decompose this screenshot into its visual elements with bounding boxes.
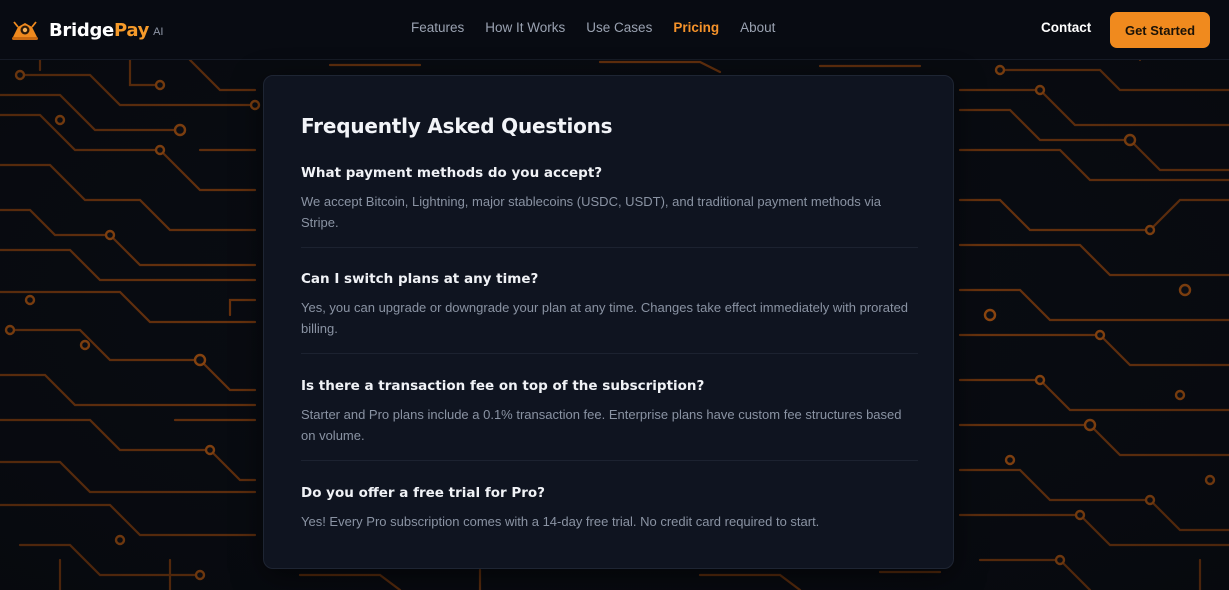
faq-item: Can I switch plans at any time? Yes, you… (301, 270, 918, 339)
faq-divider (301, 247, 918, 248)
get-started-button[interactable]: Get Started (1110, 12, 1210, 48)
faq-card: Frequently Asked Questions What payment … (263, 75, 954, 569)
faq-item: Is there a transaction fee on top of the… (301, 377, 918, 446)
bridgepay-logo-icon (12, 21, 38, 40)
nav-link-use-cases[interactable]: Use Cases (586, 20, 652, 35)
nav-link-features[interactable]: Features (411, 20, 464, 35)
faq-question: What payment methods do you accept? (301, 165, 603, 181)
faq-answer: We accept Bitcoin, Lightning, major stab… (301, 194, 881, 230)
brand[interactable]: BridgePay AI (10, 16, 164, 44)
main-nav: Features How It Works Use Cases Pricing … (411, 20, 796, 35)
faq-answer: Starter and Pro plans include a 0.1% tra… (301, 407, 902, 443)
faq-question: Is there a transaction fee on top of the… (301, 378, 705, 394)
faq-question: Do you offer a free trial for Pro? (301, 485, 545, 501)
faq-divider (301, 353, 918, 354)
brand-suffix: AI (153, 26, 164, 38)
faq-title: Frequently Asked Questions (301, 114, 613, 138)
nav-link-about[interactable]: About (740, 20, 775, 35)
top-nav-bar: BridgePay AI Features How It Works Use C… (0, 0, 1229, 60)
faq-answer: Yes! Every Pro subscription comes with a… (301, 514, 820, 529)
nav-link-how-it-works[interactable]: How It Works (485, 20, 565, 35)
page: BridgePay AI Features How It Works Use C… (0, 0, 1229, 590)
nav-link-pricing[interactable]: Pricing (673, 20, 719, 35)
contact-link[interactable]: Contact (1041, 20, 1091, 35)
faq-divider (301, 460, 918, 461)
brand-name: BridgePay (49, 19, 150, 41)
faq-item: What payment methods do you accept? We a… (301, 164, 918, 233)
faq-answer: Yes, you can upgrade or downgrade your p… (301, 300, 909, 336)
faq-item: Do you offer a free trial for Pro? Yes! … (301, 484, 918, 532)
faq-question: Can I switch plans at any time? (301, 271, 539, 287)
